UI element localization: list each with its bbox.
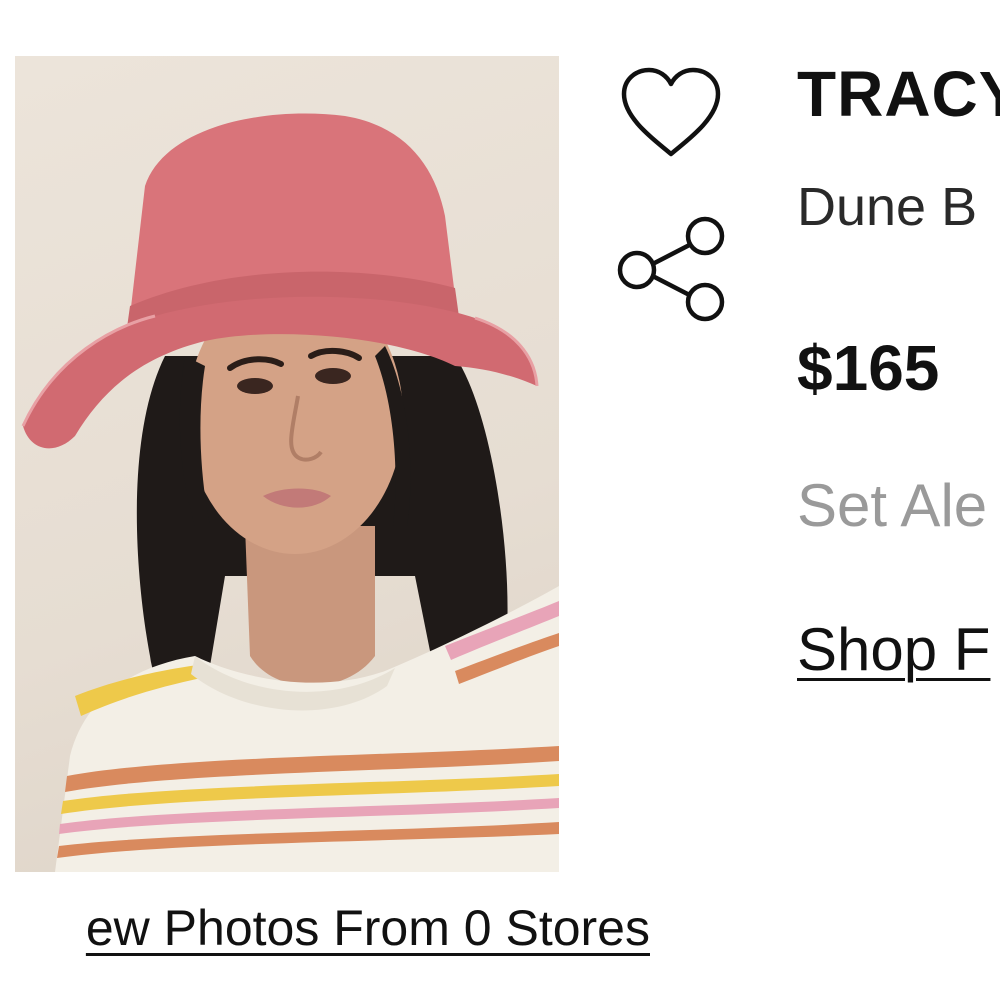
product-image[interactable] [15,56,559,872]
product-name: Dune B [797,177,978,237]
shop-link[interactable]: Shop F [797,618,990,681]
view-photos-link[interactable]: ew Photos From 0 Stores [86,902,650,955]
favorite-button[interactable] [620,66,722,160]
brand-name: TRACY [797,58,1000,130]
product-page: TRACY Dune B $165 Set Ale Shop F ew Phot… [0,0,1000,1000]
share-button[interactable] [615,212,727,324]
share-icon [617,216,725,322]
product-photo-illustration [21,113,559,872]
product-price: $165 [797,332,940,404]
heart-icon [621,67,721,157]
set-alert-link[interactable]: Set Ale [797,476,987,536]
